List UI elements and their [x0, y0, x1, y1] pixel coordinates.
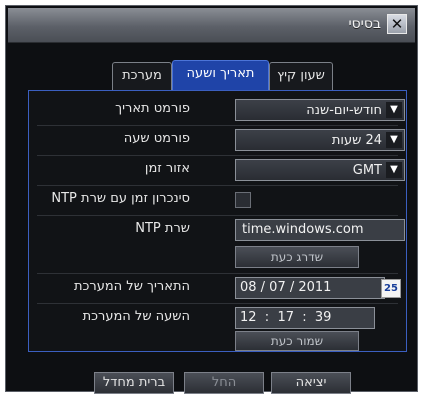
timezone-label: אזור זמן: [144, 161, 190, 176]
tab-system[interactable]: מערכת: [112, 62, 172, 90]
timezone-value: GMT: [352, 163, 382, 178]
close-icon: ✕: [390, 15, 404, 33]
ntp-server-input[interactable]: time.windows.com: [235, 219, 405, 241]
window-title: בסיסי: [348, 16, 381, 32]
timezone-row: אזור זמן GMT ▼: [29, 157, 406, 183]
ntp-server-row: שרת NTP time.windows.com: [29, 217, 406, 243]
chevron-down-icon: ▼: [386, 132, 402, 148]
ntp-sync-row: סינכרון זמן עם שרת NTP: [29, 187, 406, 213]
system-date-row: התאריך של המערכת 08 / 07 / 2011 25: [29, 275, 406, 301]
default-button[interactable]: ברית מחדל: [94, 372, 174, 394]
time-format-row: פורמט שעה 24 שעות ▼: [29, 127, 406, 153]
time-format-label: פורמט שעה: [123, 131, 190, 146]
ntp-server-label: שרת NTP: [135, 221, 190, 236]
divider: [37, 303, 398, 304]
date-format-select[interactable]: חודש-יום-שנה ▼: [235, 99, 405, 121]
system-time-input[interactable]: 12 : 17 : 39: [235, 307, 375, 329]
divider: [37, 273, 398, 274]
time-format-value: 24 שעות: [331, 133, 382, 148]
close-button[interactable]: ✕: [387, 14, 407, 34]
date-format-row: פורמט תאריך חודש-יום-שנה ▼: [29, 97, 406, 123]
system-time-row: השעה של המערכת 12 : 17 : 39: [29, 305, 406, 331]
ntp-sync-checkbox[interactable]: [235, 192, 251, 208]
date-format-value: חודש-יום-שנה: [306, 103, 382, 118]
date-format-label: פורמט תאריך: [115, 101, 190, 116]
system-date-label: התאריך של המערכת: [73, 279, 190, 294]
chevron-down-icon: ▼: [386, 162, 402, 178]
divider: [37, 155, 398, 156]
system-date-input[interactable]: 08 / 07 / 2011: [235, 277, 385, 299]
chevron-down-icon: ▼: [386, 102, 402, 118]
update-now-button[interactable]: שדרג כעת: [235, 246, 359, 268]
title-bar: בסיסי ✕: [8, 8, 415, 43]
save-now-button[interactable]: שמור כעת: [235, 331, 359, 351]
apply-button[interactable]: החל: [184, 372, 264, 394]
time-format-select[interactable]: 24 שעות ▼: [235, 129, 405, 151]
tab-daylight-saving[interactable]: שעון קיץ: [269, 62, 333, 90]
calendar-icon[interactable]: 25: [381, 279, 401, 298]
divider: [37, 215, 398, 216]
divider: [37, 125, 398, 126]
timezone-select[interactable]: GMT ▼: [235, 159, 405, 181]
settings-window: בסיסי ✕ שעון קיץ תאריך ושעה מערכת פורמט …: [5, 5, 418, 394]
divider: [37, 185, 398, 186]
system-time-label: השעה של המערכת: [82, 309, 190, 324]
tab-date-time[interactable]: תאריך ושעה: [172, 60, 269, 90]
exit-button[interactable]: יציאה: [271, 372, 351, 394]
ntp-sync-label: סינכרון זמן עם שרת NTP: [51, 191, 190, 206]
date-time-panel: פורמט תאריך חודש-יום-שנה ▼ פורמט שעה 24 …: [28, 90, 407, 352]
